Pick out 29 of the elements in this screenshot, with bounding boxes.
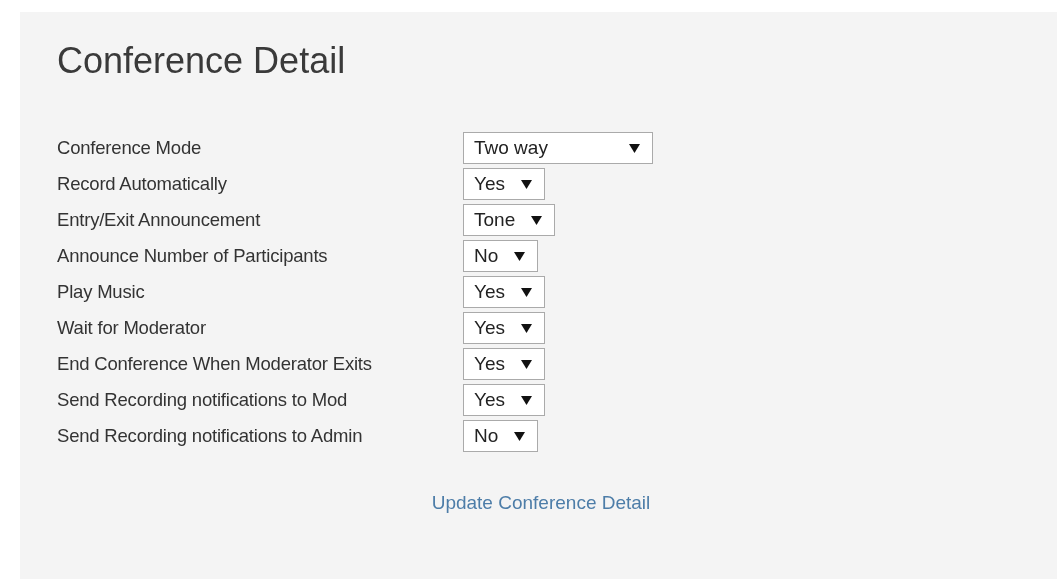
field-label: Play Music: [57, 281, 146, 303]
field-label: Send Recording notifications to Mod: [57, 389, 349, 411]
dropdown[interactable]: Yes: [463, 312, 545, 344]
dropdown[interactable]: No: [463, 420, 539, 452]
dropdown[interactable]: Yes: [463, 168, 545, 200]
caret-icon: [521, 359, 532, 369]
caret-icon: [531, 215, 543, 225]
dropdown[interactable]: No: [463, 240, 539, 272]
field-label: Conference Mode: [57, 137, 203, 159]
caret-icon: [514, 251, 526, 261]
page-title: Conference Detail: [57, 40, 347, 82]
field-label: Record Automatically: [57, 173, 228, 195]
field-label: Entry/Exit Announcement: [57, 209, 262, 231]
update-link[interactable]: Update Conference Detail: [431, 492, 651, 514]
dropdown[interactable]: Yes: [463, 384, 545, 416]
caret-icon: [521, 395, 532, 405]
caret-icon: [521, 179, 532, 189]
dropdown[interactable]: Two way: [463, 132, 653, 164]
field-label: Send Recording notifications to Admin: [57, 425, 364, 447]
dropdown[interactable]: Tone: [463, 204, 556, 236]
caret-icon: [521, 287, 532, 297]
field-label: Wait for Moderator: [57, 317, 207, 339]
caret-icon: [629, 143, 640, 153]
caret-icon: [514, 431, 526, 441]
dropdown[interactable]: Yes: [463, 276, 545, 308]
caret-icon: [521, 323, 532, 333]
field-label: End Conference When Moderator Exits: [57, 353, 373, 375]
field-label: Announce Number of Participants: [57, 245, 329, 267]
dropdown[interactable]: Yes: [463, 348, 545, 380]
